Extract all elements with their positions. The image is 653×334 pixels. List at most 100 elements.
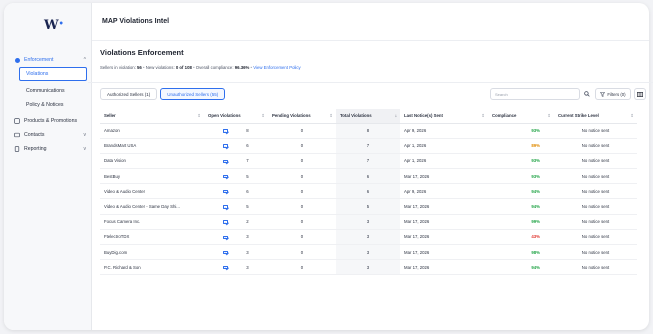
strike-level-cell: No notice sent <box>554 153 637 170</box>
last-notice-cell: Mar 17, 2026 <box>400 259 488 276</box>
pending-violations-cell: 0 <box>268 214 336 230</box>
sidebar-item-label: Policy & Notices <box>26 102 64 108</box>
last-notice-cell: Apr 1, 2026 <box>400 153 488 170</box>
column-header-seller[interactable]: Seller ⇕ <box>100 109 204 124</box>
table-row[interactable]: BestBuy 5 0 6 Mar 17, 2026 93% No notice sent <box>100 168 637 185</box>
open-violations-cell: 2 <box>204 214 268 230</box>
mail-icon[interactable] <box>223 189 229 194</box>
pending-violations-cell: 0 <box>268 153 336 170</box>
column-header-compliance[interactable]: Compliance ⇕ <box>488 109 554 124</box>
sidebar-item-communications[interactable]: Communications <box>8 84 92 98</box>
filters-button[interactable]: Filters (0) <box>595 88 631 100</box>
seller-name[interactable]: BuyDig.com <box>100 244 204 261</box>
mail-icon[interactable] <box>223 220 229 224</box>
sidebar-nav: Enforcement ^ Violations Communications … <box>8 53 92 156</box>
table-toolbar: Authorized Sellers (1) Unauthorized Sell… <box>100 88 646 102</box>
compliance-cell: 99% <box>488 214 554 230</box>
column-header-pending-violations[interactable]: Pending Violations ⇕ <box>268 109 336 124</box>
overall-compliance-value: 96.36% <box>234 65 250 70</box>
table-row[interactable]: Video & Audio Center 6 0 6 Apr 9, 2026 94% No … <box>100 183 637 200</box>
total-violations-cell: 6 <box>336 183 400 200</box>
mail-icon[interactable] <box>223 205 229 209</box>
seller-name[interactable]: P.C. Richard & Son <box>100 259 204 276</box>
brand-logo[interactable]: W• <box>44 18 64 33</box>
seller-name[interactable]: Focus Camera Inc. <box>100 214 204 230</box>
compliance-cell: 98% <box>488 244 554 261</box>
sidebar-item-policy-notices[interactable]: Policy & Notices <box>8 98 92 112</box>
sidebar-item-reporting[interactable]: Reporting v <box>8 142 92 156</box>
total-violations-cell: 3 <box>336 259 400 276</box>
chevron-up-icon: ^ <box>83 57 86 63</box>
mail-icon[interactable] <box>223 159 229 164</box>
table-row[interactable]: BrandsMart USA 6 0 7 Apr 1, 2026 89% No notice… <box>100 138 637 154</box>
table-row[interactable]: Amazon 8 0 8 Apr 9, 2026 93% No notice sent <box>100 123 637 139</box>
mail-icon[interactable] <box>223 250 229 255</box>
table-row[interactable]: BuyDig.com 3 0 3 Mar 17, 2026 98% No notice se… <box>100 244 637 261</box>
strike-level-cell: No notice sent <box>554 183 637 200</box>
sidebar-item-label: Contacts <box>24 132 45 138</box>
column-header-strike-level[interactable]: Current Strike Level ⇕ <box>554 109 637 124</box>
sidebar-item-label: Products & Promotions <box>24 118 78 124</box>
tab-unauthorized-sellers[interactable]: Unauthorized Sellers (55) <box>160 88 226 100</box>
strike-level-cell: No notice sent <box>554 229 637 246</box>
table-row[interactable]: P.C. Richard & Son 3 0 3 Mar 17, 2026 94% No n… <box>100 259 637 276</box>
compliance-cell: 93% <box>488 153 554 170</box>
seller-name[interactable]: Video & Audio Center - Same Day Shi... <box>100 198 204 215</box>
table-row[interactable]: Video & Audio Center - Same Day Shi... 5 0… <box>100 198 637 215</box>
strike-level-cell: No notice sent <box>554 168 637 185</box>
sidebar-item-label: Enforcement <box>24 57 54 63</box>
app-title: MAP Violations Intel <box>102 18 170 25</box>
search-icon[interactable] <box>582 88 592 100</box>
sidebar-item-violations[interactable]: Violations <box>19 67 87 81</box>
column-header-open-violations[interactable]: Open Violations ⇕ <box>204 109 268 124</box>
column-header-total-violations[interactable]: Total Violations ↓ <box>336 109 400 124</box>
seller-name[interactable]: BestBuy <box>100 168 204 185</box>
tab-authorized-sellers[interactable]: Authorized Sellers (1) <box>100 88 158 100</box>
sidebar-item-contacts[interactable]: Contacts v <box>8 128 92 142</box>
pending-violations-cell: 0 <box>268 198 336 215</box>
sidebar-item-label: Reporting <box>24 146 47 152</box>
seller-name[interactable]: Data Vision <box>100 153 204 170</box>
columns-button[interactable] <box>634 88 646 100</box>
last-notice-cell: Mar 17, 2026 <box>400 198 488 215</box>
total-violations-cell: 8 <box>336 123 400 139</box>
pending-violations-cell: 0 <box>268 138 336 154</box>
compliance-cell: 94% <box>488 259 554 276</box>
strike-level-cell: No notice sent <box>554 244 637 261</box>
table-row[interactable]: FtelectroTDX 3 0 3 Mar 17, 2026 43% No notice … <box>100 229 637 246</box>
top-bar: MAP Violations Intel <box>92 3 649 41</box>
pending-violations-cell: 0 <box>268 244 336 261</box>
pending-violations-cell: 0 <box>268 259 336 276</box>
columns-icon <box>637 91 643 97</box>
contacts-icon <box>14 132 20 138</box>
last-notice-cell: Mar 17, 2026 <box>400 168 488 185</box>
seller-name[interactable]: FtelectroTDX <box>100 229 204 246</box>
strike-level-cell: No notice sent <box>554 138 637 154</box>
seller-name[interactable]: Video & Audio Center <box>100 183 204 200</box>
report-icon <box>14 146 20 152</box>
column-header-last-notice-sent[interactable]: Last Notice(s) Sent ⇕ <box>400 109 488 124</box>
filter-icon <box>600 91 606 97</box>
sidebar-item-products-promotions[interactable]: Products & Promotions <box>8 114 92 128</box>
mail-icon[interactable] <box>223 265 229 270</box>
mail-icon[interactable] <box>223 235 229 240</box>
last-notice-cell: Mar 17, 2026 <box>400 229 488 246</box>
table-row[interactable]: Data Vision 7 0 7 Apr 1, 2026 93% No notice se… <box>100 153 637 170</box>
seller-name[interactable]: BrandsMart USA <box>100 138 204 154</box>
seller-name[interactable]: Amazon <box>100 123 204 139</box>
violations-table: Seller ⇕ Open Violations ⇕ Pending Violati… <box>100 109 637 276</box>
pending-violations-cell: 0 <box>268 183 336 200</box>
mail-icon[interactable] <box>223 129 229 133</box>
pending-violations-cell: 0 <box>268 123 336 139</box>
compliance-cell: 89% <box>488 138 554 154</box>
table-row[interactable]: Focus Camera Inc. 2 0 3 Mar 17, 2026 99% No no… <box>100 214 637 230</box>
total-violations-cell: 7 <box>336 138 400 154</box>
sidebar-item-enforcement[interactable]: Enforcement ^ <box>8 53 92 67</box>
total-violations-cell: 3 <box>336 229 400 246</box>
open-violations-cell: 5 <box>204 168 268 185</box>
mail-icon[interactable] <box>223 174 229 179</box>
new-violations-count: 0 of 108 <box>175 65 192 70</box>
mail-icon[interactable] <box>223 144 229 148</box>
enforcement-policy-link[interactable]: View Enforcement Policy <box>253 65 300 70</box>
search-input[interactable]: Search <box>490 88 580 100</box>
